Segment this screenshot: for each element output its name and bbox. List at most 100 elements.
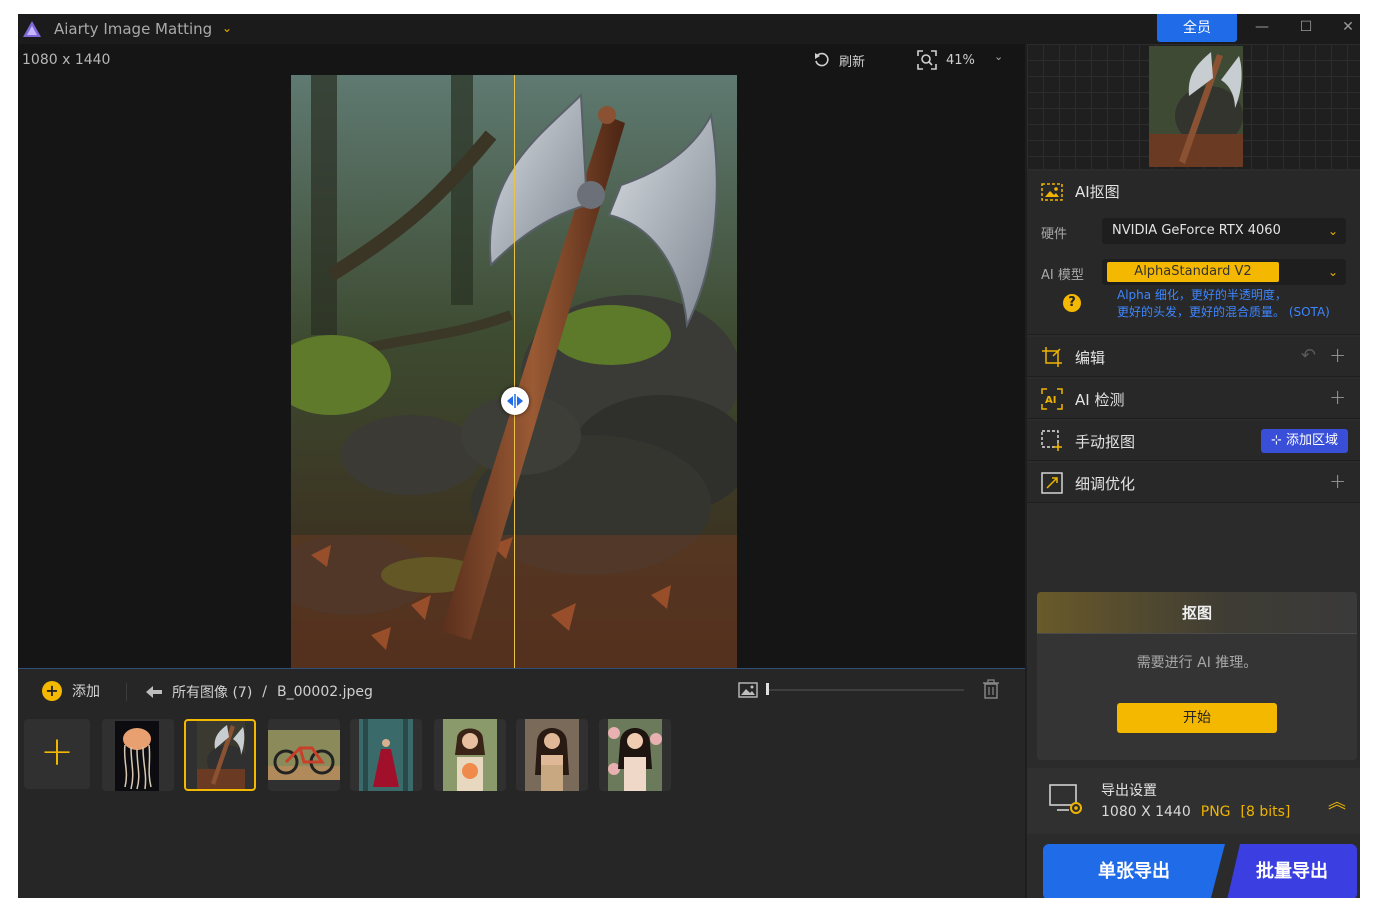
export-info: 1080 X 1440 PNG [8 bits] xyxy=(1101,804,1290,820)
ai-matting-title: AI抠图 xyxy=(1075,183,1120,201)
minimize-icon[interactable]: — xyxy=(1248,14,1276,42)
close-icon[interactable]: ✕ xyxy=(1334,14,1360,42)
maximize-icon[interactable]: ☐ xyxy=(1292,14,1320,42)
preview-thumbnail-area xyxy=(1027,44,1360,169)
canvas-area: 1080 x 1440 刷新 41% ⌄ xyxy=(18,44,1025,668)
breadcrumb-separator: / xyxy=(262,684,267,700)
hardware-chevron-down-icon: ⌄ xyxy=(1327,224,1338,238)
svg-text:AI: AI xyxy=(1045,395,1056,406)
jellyfish-image xyxy=(115,721,159,791)
bicycle-image xyxy=(268,730,340,780)
ai-model-select[interactable]: AlphaStandard V2 ⌄ xyxy=(1102,259,1346,285)
add-region-button[interactable]: ⊹ 添加区域 xyxy=(1260,429,1348,453)
crosshair-icon: ⊹ xyxy=(1270,433,1282,448)
crop-edit-icon xyxy=(1042,347,1062,367)
add-thumbnail-button[interactable]: + xyxy=(24,719,90,789)
preview-image xyxy=(1149,46,1243,167)
refresh-label: 刷新 xyxy=(839,54,866,70)
manual-matting-title: 手动抠图 xyxy=(1075,432,1136,451)
thumbnail-size-icon xyxy=(738,682,758,698)
add-images-button[interactable]: + 添加 xyxy=(42,681,100,701)
breadcrumb: 所有图像 (7) / B_00002.jpeg xyxy=(146,682,373,702)
help-icon[interactable]: ? xyxy=(1063,294,1081,312)
export-settings-icon xyxy=(1049,784,1082,814)
thumbnail-bicycle[interactable] xyxy=(268,719,340,791)
ai-detect-expand-plus-icon[interactable]: + xyxy=(1329,385,1346,409)
divider xyxy=(126,683,127,701)
compare-divider[interactable] xyxy=(514,75,515,668)
title-bar: Aiarty Image Matting ⌄ 全员 — ☐ ✕ xyxy=(18,14,1360,44)
refine-section[interactable]: 细调优化 + xyxy=(1027,463,1360,503)
hardware-select[interactable]: NVIDIA GeForce RTX 4060 ⌄ xyxy=(1102,218,1346,244)
thumbnail-woman-red-dress[interactable] xyxy=(350,719,422,791)
slider-thumb[interactable] xyxy=(766,683,769,695)
edit-header: 编辑 xyxy=(1041,346,1105,368)
matting-message: 需要进行 AI 推理。 xyxy=(1136,655,1258,671)
hint-line-2: 更好的头发，更好的混合质量。 (SOTA) xyxy=(1117,305,1330,319)
thumbnail-woman-portrait[interactable] xyxy=(516,719,588,791)
export-format: PNG xyxy=(1200,804,1231,820)
add-region-label: 添加区域 xyxy=(1285,433,1338,448)
manual-matting-header: 手动抠图 xyxy=(1041,430,1135,452)
manual-matting-section[interactable]: 手动抠图 ⊹ 添加区域 xyxy=(1027,421,1360,461)
ai-detect-icon: AI xyxy=(1041,388,1063,410)
hint-line-1: Alpha 细化，更好的半透明度， xyxy=(1117,288,1287,302)
expand-chevron-up-icon[interactable]: ︽ xyxy=(1328,788,1346,814)
refresh-icon xyxy=(815,52,829,67)
app-logo-icon xyxy=(23,21,41,37)
refine-expand-plus-icon[interactable]: + xyxy=(1329,469,1346,493)
batch-export-button[interactable]: 批量导出 xyxy=(1227,844,1357,898)
ai-model-value: AlphaStandard V2 xyxy=(1107,262,1279,282)
thumbnail-size-slider[interactable] xyxy=(768,689,964,691)
woman-roses-image xyxy=(608,719,662,791)
start-button[interactable]: 开始 xyxy=(1117,703,1277,733)
export-settings-title: 导出设置 xyxy=(1101,783,1157,799)
ai-detect-title: AI 检测 xyxy=(1075,390,1125,409)
axe-thumbnail-image xyxy=(197,721,245,789)
hardware-value: NVIDIA GeForce RTX 4060 xyxy=(1112,223,1281,238)
matting-card-title: 抠图 xyxy=(1037,592,1357,634)
back-arrow-icon[interactable] xyxy=(146,685,162,699)
upgrade-button[interactable]: 全员 xyxy=(1157,14,1237,42)
edit-expand-plus-icon[interactable]: + xyxy=(1329,343,1346,367)
woman-flowers-image xyxy=(443,719,497,791)
add-icon: + xyxy=(42,681,62,701)
ai-detect-section[interactable]: AI AI 检测 + xyxy=(1027,379,1360,419)
zoom-control[interactable]: 41% xyxy=(916,48,975,72)
ai-matting-section: AI抠图 硬件 NVIDIA GeForce RTX 4060 ⌄ AI 模型 … xyxy=(1027,171,1360,335)
thumbnail-woman-roses[interactable] xyxy=(599,719,671,791)
refresh-button[interactable]: 刷新 xyxy=(813,49,865,71)
matting-card: 抠图 需要进行 AI 推理。 开始 xyxy=(1037,592,1357,760)
edit-title: 编辑 xyxy=(1075,348,1106,367)
edit-section[interactable]: 编辑 ↶ + xyxy=(1027,337,1360,377)
zoom-dropdown-chevron-icon[interactable]: ⌄ xyxy=(994,50,1003,63)
woman-portrait-image xyxy=(525,719,579,791)
ai-matting-header[interactable]: AI抠图 xyxy=(1041,181,1120,202)
image-strip-bar: + 添加 所有图像 (7) / B_00002.jpeg + xyxy=(18,668,1025,898)
manual-select-icon xyxy=(1041,430,1062,451)
thumbnail-axe-selected[interactable] xyxy=(184,719,256,791)
thumbnail-jellyfish[interactable] xyxy=(102,719,174,791)
add-label: 添加 xyxy=(72,684,100,700)
ai-model-hint: Alpha 细化，更好的半透明度， 更好的头发，更好的混合质量。 (SOTA) xyxy=(1117,287,1330,321)
export-settings[interactable]: 导出设置 1080 X 1440 PNG [8 bits] ︽ xyxy=(1027,768,1360,834)
undo-icon[interactable]: ↶ xyxy=(1301,345,1316,366)
trash-icon[interactable] xyxy=(982,679,1000,699)
title-menu-chevron-icon[interactable]: ⌄ xyxy=(222,21,232,35)
image-dimensions: 1080 x 1440 xyxy=(22,52,111,68)
ai-detect-header: AI AI 检测 xyxy=(1041,388,1124,410)
breadcrumb-current-file: B_00002.jpeg xyxy=(277,684,373,700)
woman-red-dress-image xyxy=(359,719,413,791)
right-panel: AI抠图 硬件 NVIDIA GeForce RTX 4060 ⌄ AI 模型 … xyxy=(1027,44,1360,898)
ai-model-chevron-down-icon: ⌄ xyxy=(1327,265,1338,279)
app-title: Aiarty Image Matting xyxy=(54,20,213,38)
axe-preview-image xyxy=(1149,46,1243,167)
refine-title: 细调优化 xyxy=(1075,474,1136,493)
ai-model-label: AI 模型 xyxy=(1041,268,1084,283)
thumbnail-woman-flowers[interactable] xyxy=(434,719,506,791)
single-export-button[interactable]: 单张导出 xyxy=(1043,844,1225,898)
ai-matting-icon xyxy=(1041,182,1063,201)
zoom-icon xyxy=(917,50,937,70)
compare-handle[interactable] xyxy=(501,387,529,415)
breadcrumb-all-images[interactable]: 所有图像 (7) xyxy=(172,682,252,702)
